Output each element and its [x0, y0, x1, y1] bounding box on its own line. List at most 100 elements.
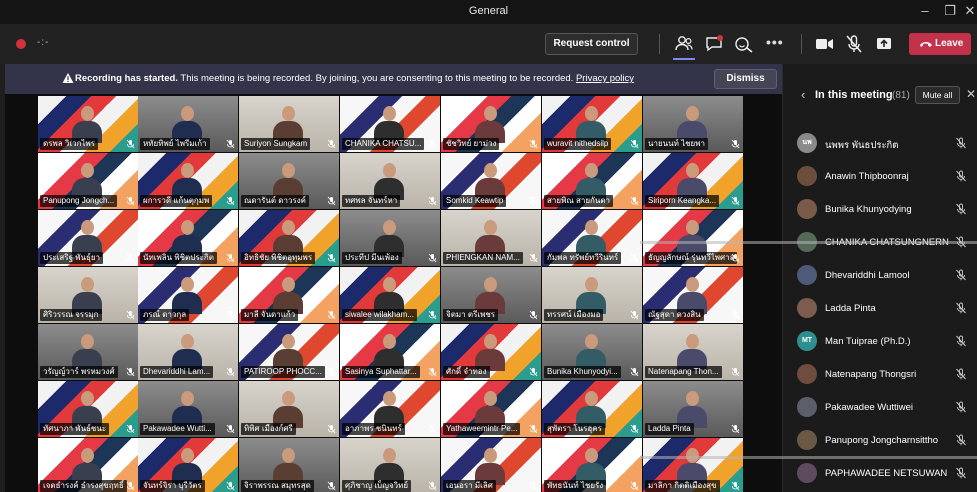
participant-video-tile[interactable]: ผการวดี แก้นตุกุมพ: [138, 153, 238, 209]
participant-video-tile[interactable]: Bunika Khunyodyi...: [542, 324, 642, 380]
participant-video-tile[interactable]: ศุภิชาญ เบ็ญจวิทย์: [340, 438, 440, 492]
participant-video-tile[interactable]: พัทธนันท์ ไชยรัง: [542, 438, 642, 492]
close-window-button[interactable]: ✕: [962, 3, 977, 19]
participant-video-tile[interactable]: Yathaweemintr Pe...: [441, 381, 541, 437]
mic-muted-icon: [428, 367, 437, 377]
participant-video-tile[interactable]: PATIROOP PHOCC...: [239, 324, 339, 380]
participant-video-tile[interactable]: กัมพล ทรัพย์ทวีรินทร์: [542, 210, 642, 266]
participant-video-tile[interactable]: อิทธิชัย พิชิตอุทุมพร: [239, 210, 339, 266]
participant-video-tile[interactable]: นัทเพลิน พิชิตประกิต: [138, 210, 238, 266]
participant-list-item[interactable]: Panupong Jongcharnsittho: [783, 427, 977, 454]
participant-video-tile[interactable]: นายนนท์ ไชยพา: [643, 96, 743, 152]
participant-list-item[interactable]: Pakawadee Wuttiwei: [783, 394, 977, 421]
participant-video-tile[interactable]: Panupong Jongch...: [38, 153, 138, 209]
participant-video-tile[interactable]: ศิริวรรณ จรรมุก: [38, 267, 138, 323]
participant-list-item[interactable]: Dhevariddhi Lamool: [783, 262, 977, 289]
participant-video-tile[interactable]: จันทร์จิรา บุรีวัตร: [138, 438, 238, 492]
reactions-icon[interactable]: [733, 33, 755, 55]
participant-video-tile[interactable]: ณัฐสุดา ดวงสิน: [643, 267, 743, 323]
participant-video-tile[interactable]: เอนอรา มีเลิศ: [441, 438, 541, 492]
participant-video-tile[interactable]: สายพิณ สายกันตา: [542, 153, 642, 209]
participant-video-tile[interactable]: มาลิกา กิตติเมืองสุข: [643, 438, 743, 492]
participant-video-tile[interactable]: Siriporn Keangka...: [643, 153, 743, 209]
participant-video-tile[interactable]: ทัศนาภา พันธ์ชนะ: [38, 381, 138, 437]
participant-name: Panupong Jongcharnsittho: [825, 435, 939, 446]
mic-muted-icon[interactable]: [955, 269, 967, 281]
mic-muted-icon: [630, 196, 639, 206]
participant-name-label: siwalee wilakham...: [342, 309, 417, 321]
participants-icon[interactable]: [673, 33, 695, 55]
participant-video-tile[interactable]: Pakawadee Wutti...: [138, 381, 238, 437]
participant-video-tile[interactable]: ดรพล วิเวกไพร: [38, 96, 138, 152]
participant-video-tile[interactable]: Natenapang Thon...: [643, 324, 743, 380]
participant-video-figure: [475, 448, 505, 485]
participant-video-tile[interactable]: เจตธำรงค์ ธำรงสุขฤทธิ์: [38, 438, 138, 492]
participant-video-tile[interactable]: ธัญญลักษณ์ รุ่นทวีไพศาล: [643, 210, 743, 266]
participant-video-tile[interactable]: ทรรศน์ เมืองมอ: [542, 267, 642, 323]
participant-list-item[interactable]: นพ นพพร พันธประกิต: [783, 130, 977, 157]
participant-video-tile[interactable]: สุพัตรา โนรฮุคร: [542, 381, 642, 437]
mic-muted-icon[interactable]: [955, 467, 967, 479]
mic-muted-icon[interactable]: [955, 368, 967, 380]
participant-list-item[interactable]: Bunika Khunyodying: [783, 196, 977, 223]
mic-muted-icon[interactable]: [955, 434, 967, 446]
participant-video-tile[interactable]: ทิพิศ เมืองก์ศรี: [239, 381, 339, 437]
mic-muted-icon: [226, 139, 235, 149]
participant-video-tile[interactable]: วรัญญ์วาร์ พรหมวงศ์: [38, 324, 138, 380]
meeting-toolbar: -:- Request control ••• Leave: [0, 24, 977, 64]
participant-list-item[interactable]: MT Man Tuiprae (Ph.D.): [783, 328, 977, 355]
mic-muted-icon[interactable]: [843, 33, 865, 55]
leave-button[interactable]: Leave: [909, 33, 971, 55]
participant-video-tile[interactable]: อาภาพร ชนินทร์: [340, 381, 440, 437]
participant-video-tile[interactable]: Ladda Pinta: [643, 381, 743, 437]
participant-video-tile[interactable]: wuravit nithedsilp: [542, 96, 642, 152]
more-options-button[interactable]: •••: [766, 34, 784, 50]
mic-muted-icon[interactable]: [955, 335, 967, 347]
participant-video-tile[interactable]: Dhevariddhi Lam...: [138, 324, 238, 380]
participant-video-tile[interactable]: ทศพล จันทร์หา: [340, 153, 440, 209]
camera-icon[interactable]: [813, 33, 835, 55]
participant-video-tile[interactable]: siwalee wilakham...: [340, 267, 440, 323]
participant-video-tile[interactable]: มาลี จันดาแก้ว: [239, 267, 339, 323]
participant-video-tile[interactable]: ภรณ์ ดาวกุล: [138, 267, 238, 323]
participant-video-tile[interactable]: PHIENGKAN NAM...: [441, 210, 541, 266]
participant-video-tile[interactable]: ณดารันต์ ดาวรงค์: [239, 153, 339, 209]
back-chevron-icon[interactable]: ‹: [801, 87, 805, 102]
close-icon[interactable]: ✕: [966, 87, 976, 101]
participant-video-figure: [374, 391, 404, 428]
participant-video-figure: [576, 448, 606, 485]
participant-video-tile[interactable]: Somkid Keawtip: [441, 153, 541, 209]
participant-list-item[interactable]: Natenapang Thongsri: [783, 361, 977, 388]
mic-muted-icon[interactable]: [955, 170, 967, 182]
participant-list-item[interactable]: Anawin Thipboonraj: [783, 163, 977, 190]
mic-muted-icon[interactable]: [955, 401, 967, 413]
participant-video-tile[interactable]: จิตมา ตรีเพชร: [441, 267, 541, 323]
participant-video-tile[interactable]: ศักดิ์ จำทอง: [441, 324, 541, 380]
participant-video-tile[interactable]: ประทีป มีนเพ้อง: [340, 210, 440, 266]
mute-all-button[interactable]: Mute all: [915, 86, 960, 104]
avatar: [797, 463, 817, 483]
participant-video-tile[interactable]: จิราพรรณ สมุทรสุด: [239, 438, 339, 492]
mic-muted-icon: [428, 424, 437, 434]
minimize-button[interactable]: –: [917, 3, 933, 19]
participant-video-tile[interactable]: Sasinya Suphattar...: [340, 324, 440, 380]
participant-list-item[interactable]: PAPHAWADEE NETSUWAN: [783, 460, 977, 487]
mic-muted-icon[interactable]: [955, 302, 967, 314]
participant-video-tile[interactable]: ประเสริฐ พันธุ์ยา: [38, 210, 138, 266]
participant-name-label: wuravit nithedsilp: [544, 138, 612, 150]
participant-video-tile[interactable]: ชัชวิทย์ ยาม่วง: [441, 96, 541, 152]
participant-video-tile[interactable]: หทัยทิพย์ ไพรีมเก้า: [138, 96, 238, 152]
chat-icon[interactable]: [703, 33, 725, 55]
mic-muted-icon[interactable]: [955, 203, 967, 215]
dismiss-button[interactable]: Dismiss: [714, 69, 777, 89]
participant-list-item[interactable]: Ladda Pinta: [783, 295, 977, 322]
participant-video-figure: [374, 448, 404, 485]
request-control-button[interactable]: Request control: [545, 33, 638, 55]
mic-muted-icon[interactable]: [955, 137, 967, 149]
participant-video-figure: [72, 448, 102, 485]
maximize-button[interactable]: ❐: [942, 3, 958, 19]
participant-video-tile[interactable]: CHANIKA CHATSU...: [340, 96, 440, 152]
share-screen-icon[interactable]: [873, 33, 895, 55]
privacy-policy-link[interactable]: Privacy policy: [576, 73, 634, 84]
participant-video-tile[interactable]: Suriyon Sungkam: [239, 96, 339, 152]
